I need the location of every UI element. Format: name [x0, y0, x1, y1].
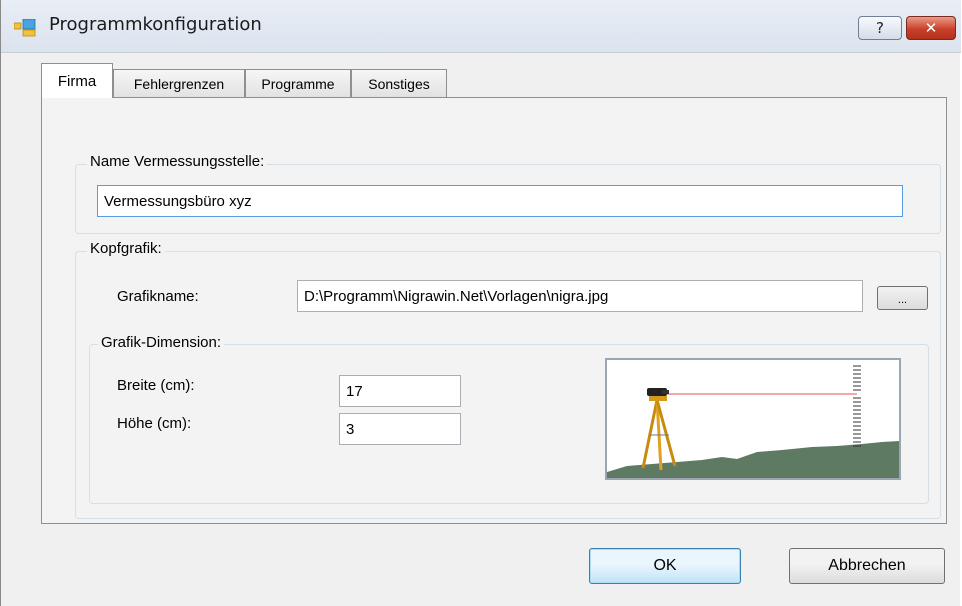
- surveyor-name-value: Vermessungsbüro xyz: [104, 192, 252, 210]
- tab-fehlergrenzen[interactable]: Fehlergrenzen: [113, 69, 245, 97]
- name-group-label: Name Vermessungsstelle:: [87, 153, 268, 170]
- dialog-window: Programmkonfiguration ? ✕ Firma Fehlergr…: [0, 0, 961, 606]
- cancel-button[interactable]: Abbrechen: [789, 548, 945, 584]
- close-button[interactable]: ✕: [906, 16, 956, 40]
- height-input[interactable]: 3: [339, 413, 461, 445]
- close-icon: ✕: [924, 19, 938, 37]
- height-label: Höhe (cm):: [117, 415, 192, 432]
- ok-button[interactable]: OK: [589, 548, 741, 584]
- graphic-name-input[interactable]: D:\Programm\Nigrawin.Net\Vorlagen\nigra.…: [297, 280, 863, 312]
- width-value: 17: [346, 382, 363, 400]
- width-input[interactable]: 17: [339, 375, 461, 407]
- help-icon: ?: [876, 19, 884, 37]
- tab-sonstiges[interactable]: Sonstiges: [351, 69, 447, 97]
- level-instrument-tripod-image: [607, 365, 899, 478]
- title-bar[interactable]: Programmkonfiguration ? ✕: [1, 0, 961, 53]
- cancel-label: Abbrechen: [828, 557, 906, 574]
- app-icon: [14, 19, 36, 37]
- tab-label: Programme: [261, 75, 335, 92]
- help-button[interactable]: ?: [858, 16, 902, 40]
- tab-programme[interactable]: Programme: [245, 69, 351, 97]
- dimension-group-label: Grafik-Dimension:: [98, 334, 225, 351]
- header-graphic-group-label: Kopfgrafik:: [87, 240, 165, 257]
- tab-firma[interactable]: Firma: [41, 63, 113, 98]
- tab-label: Fehlergrenzen: [133, 75, 225, 92]
- ok-label: OK: [653, 557, 677, 574]
- browse-label: ...: [897, 294, 908, 306]
- height-value: 3: [346, 420, 355, 438]
- tab-label: Firma: [57, 72, 97, 90]
- tab-label: Sonstiges: [368, 75, 430, 92]
- window-title: Programmkonfiguration: [49, 14, 262, 35]
- graphic-name-label: Grafikname:: [117, 288, 199, 305]
- browse-button[interactable]: ...: [877, 286, 928, 310]
- width-label: Breite (cm):: [117, 377, 195, 394]
- surveyor-name-input[interactable]: Vermessungsbüro xyz: [97, 185, 903, 217]
- graphic-name-value: D:\Programm\Nigrawin.Net\Vorlagen\nigra.…: [304, 287, 609, 305]
- graphic-preview: [605, 358, 901, 480]
